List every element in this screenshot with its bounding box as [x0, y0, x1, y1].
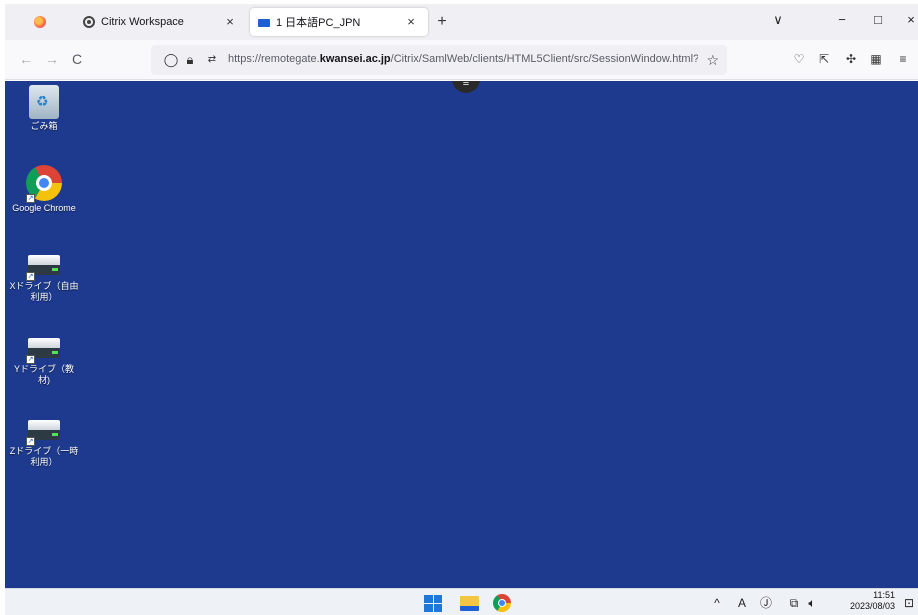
ime-indicator[interactable]: A	[736, 595, 748, 611]
network-drive-icon: ↗	[26, 336, 62, 364]
forward-button[interactable]: →	[43, 50, 61, 68]
tab-close-button[interactable]: ×	[223, 15, 237, 29]
tab-citrix-workspace[interactable]: Citrix Workspace ×	[75, 8, 247, 36]
url-bar[interactable]: ◯ 🔒︎ ⇄ https://remotegate.kwansei.ac.jp/…	[151, 45, 727, 75]
recycle-bin-icon	[29, 85, 59, 119]
network-icon[interactable]: ⧉	[787, 595, 801, 611]
url-text[interactable]: https://remotegate.kwansei.ac.jp/Citrix/…	[228, 53, 698, 68]
clock-date: 2023/08/03	[849, 601, 895, 611]
shortcut-arrow-icon: ↗	[26, 272, 35, 281]
chrome-icon: ↗	[26, 165, 62, 203]
desktop-icon-google-chrome[interactable]: ↗ Google Chrome	[9, 165, 79, 214]
url-suffix: /Citrix/SamlWeb/clients/HTML5Client/src/…	[390, 53, 698, 65]
tab-close-button[interactable]: ×	[404, 15, 418, 29]
tab-bar: Citrix Workspace × 1 日本語PC_JPN × + ∨ − □…	[5, 4, 918, 40]
tab-label: 1 日本語PC_JPN	[276, 17, 361, 29]
volume-icon[interactable]: 🔈︎	[805, 595, 819, 611]
ime-mode-icon[interactable]: Ⓙ	[759, 595, 773, 611]
close-window-button[interactable]: ×	[901, 12, 918, 27]
firefox-view-button[interactable]	[31, 13, 49, 31]
tab-label: Citrix Workspace	[101, 16, 184, 28]
tracking-shield-icon[interactable]: ◯	[163, 52, 179, 68]
desktop-icon-recycle-bin[interactable]: ごみ箱	[9, 85, 79, 132]
lock-icon[interactable]: 🔒︎	[182, 52, 198, 68]
desktop-icon-label: Yドライブ（教材)	[13, 364, 74, 385]
desktop-icon-label: ごみ箱	[30, 121, 58, 131]
pocket-icon[interactable]: ♡	[791, 51, 807, 67]
minimize-button[interactable]: −	[832, 12, 852, 27]
desktop-icon-label: Xドライブ（自由利用）	[9, 281, 79, 302]
desktop-icon-label: Google Chrome	[12, 203, 76, 213]
desktop-icon-y-drive[interactable]: ↗ Yドライブ（教材)	[9, 332, 79, 386]
firefox-icon	[34, 16, 46, 28]
url-prefix: https://remotegate.	[228, 53, 320, 65]
desktop-pc-icon	[258, 19, 270, 27]
session-toolbar-handle[interactable]: ≡	[452, 81, 480, 93]
menu-icon[interactable]: ≡	[895, 51, 911, 67]
network-drive-icon: ↗	[26, 418, 62, 446]
taskbar: ^ A Ⓙ ⧉ 🔈︎ 11:51 2023/08/03 ⊡	[5, 588, 918, 615]
new-tab-button[interactable]: +	[433, 13, 451, 31]
list-all-tabs-button[interactable]: ∨	[768, 12, 788, 28]
network-drive-icon: ↗	[26, 253, 62, 281]
start-icon[interactable]	[424, 595, 442, 612]
url-domain: kwansei.ac.jp	[319, 53, 391, 65]
reload-button[interactable]: C	[68, 50, 86, 68]
browser-window: Citrix Workspace × 1 日本語PC_JPN × + ∨ − □…	[5, 4, 918, 615]
citrix-icon	[83, 16, 95, 28]
desktop-icon-x-drive[interactable]: ↗ Xドライブ（自由利用）	[9, 249, 79, 303]
file-explorer-icon[interactable]	[460, 596, 479, 611]
maximize-button[interactable]: □	[868, 12, 888, 27]
bookmark-star-icon[interactable]: ☆	[706, 52, 719, 69]
shortcut-arrow-icon: ↗	[26, 194, 35, 203]
desktop-icon-z-drive[interactable]: ↗ Zドライブ（一時利用）	[9, 414, 79, 468]
tray-chevron-icon[interactable]: ^	[711, 595, 723, 611]
remote-desktop[interactable]: ≡ ごみ箱 ↗ Google Chrome ↗ Xドライブ（自由利用） ↗ Yド…	[5, 81, 918, 588]
navigation-bar: ← → C ◯ 🔒︎ ⇄ https://remotegate.kwansei.…	[5, 40, 918, 80]
desktop-icon-label: Zドライブ（一時利用）	[9, 446, 79, 467]
tab-session[interactable]: 1 日本語PC_JPN ×	[250, 8, 428, 36]
qr-icon[interactable]: ▦	[868, 51, 884, 67]
shortcut-arrow-icon: ↗	[26, 437, 35, 446]
share-icon[interactable]: ⇱	[816, 51, 832, 67]
back-button[interactable]: ←	[17, 50, 35, 68]
chrome-icon[interactable]	[493, 594, 511, 612]
extension-icon[interactable]: ✣	[843, 51, 859, 67]
notification-icon[interactable]: ⊡	[902, 595, 916, 611]
clock-time: 11:51	[873, 590, 895, 600]
shortcut-arrow-icon: ↗	[26, 355, 35, 364]
clock[interactable]: 11:51 2023/08/03	[845, 590, 895, 612]
permissions-icon[interactable]: ⇄	[204, 52, 220, 68]
